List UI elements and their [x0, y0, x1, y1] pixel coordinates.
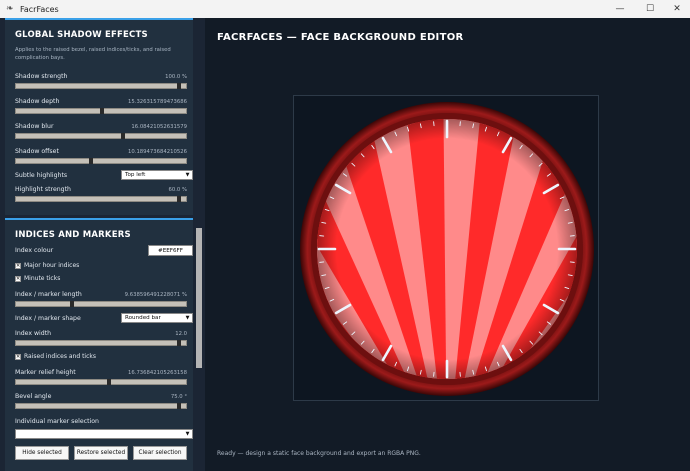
status-text: Ready — design a static face background … [217, 450, 421, 457]
face-preview[interactable] [293, 95, 599, 401]
minimize-button[interactable]: — [606, 0, 634, 18]
sunburst-ray [294, 397, 447, 402]
index-colour-label: Index colour [15, 247, 54, 254]
raised-indices-label: Raised indices and ticks [24, 353, 96, 360]
shadow-panel: GLOBAL SHADOW EFFECTS Applies to the rai… [5, 18, 193, 215]
slider-handle[interactable] [89, 158, 93, 164]
shadow-depth-value: 15.326315789473686 [128, 99, 187, 105]
subtle-highlights-select[interactable]: Top left ▼ [121, 170, 193, 180]
marker-length-label: Index / marker length [15, 291, 82, 298]
shadow-strength-label: Shadow strength [15, 73, 68, 80]
slider-handle[interactable] [177, 83, 181, 89]
marker-shape-value: Rounded bar [125, 315, 161, 321]
clear-selection-button[interactable]: Clear selection [133, 446, 187, 460]
marker-shape-select[interactable]: Rounded bar ▼ [121, 313, 193, 323]
bevel-angle-label: Bevel angle [15, 393, 52, 400]
checkbox-checked-icon: ✕ [15, 275, 21, 282]
subtle-highlights-label: Subtle highlights [15, 172, 68, 179]
editor-area: FACRFACES — FACE BACKGROUND EDITOR Ready… [205, 18, 690, 471]
slider-handle[interactable] [106, 379, 111, 385]
major-hour-indices-checkbox[interactable]: ✕ Major hour indices [15, 262, 79, 269]
minute-ticks-checkbox[interactable]: ✕ Minute ticks [15, 275, 60, 282]
slider-handle[interactable] [100, 108, 105, 114]
slider-handle[interactable] [121, 133, 125, 139]
marker-selection-label: Individual marker selection [15, 418, 99, 425]
shadow-strength-value: 100.0 % [165, 74, 187, 80]
title-bar: ❧ FacrFaces [0, 0, 690, 18]
marker-selection-select[interactable]: ▼ [15, 429, 193, 439]
checkbox-checked-icon: ✕ [15, 353, 21, 360]
highlight-strength-slider[interactable] [15, 196, 187, 202]
subtle-highlights-value: Top left [125, 172, 146, 178]
marker-relief-slider[interactable] [15, 379, 187, 385]
slider-handle[interactable] [177, 196, 181, 202]
window-title: FacrFaces [20, 4, 59, 14]
shadow-description: Applies to the raised bezel, raised indi… [15, 47, 171, 61]
hide-selected-button[interactable]: Hide selected [15, 446, 69, 460]
page-title: FACRFACES — FACE BACKGROUND EDITOR [217, 32, 464, 43]
dial-vignette [317, 119, 577, 379]
restore-selected-button[interactable]: Restore selected [74, 446, 128, 460]
marker-length-slider[interactable] [15, 301, 187, 307]
index-width-label: Index width [15, 330, 52, 337]
bevel-angle-value: 75.0 ° [170, 394, 187, 400]
sunburst-ray [447, 397, 600, 402]
shadow-depth-slider[interactable] [15, 108, 187, 114]
bevel-angle-slider[interactable] [15, 403, 187, 409]
sidebar-scrollbar[interactable] [195, 18, 203, 471]
marker-length-value: 9.638596491228071 % [124, 292, 187, 298]
slider-handle[interactable] [69, 301, 74, 307]
chevron-down-icon: ▼ [185, 431, 190, 437]
shadow-blur-slider[interactable] [15, 133, 187, 139]
watch-face-canvas[interactable] [294, 96, 600, 402]
shadow-blur-label: Shadow blur [15, 123, 54, 130]
minute-ticks-label: Minute ticks [24, 275, 61, 282]
shadow-offset-slider[interactable] [15, 158, 187, 164]
indices-header: INDICES AND MARKERS [15, 230, 131, 240]
checkbox-checked-icon: ✕ [15, 262, 21, 269]
indices-panel: INDICES AND MARKERS Index colour #EEF6FF… [5, 218, 193, 471]
major-hour-indices-label: Major hour indices [24, 262, 80, 269]
maximize-button[interactable]: ☐ [636, 0, 664, 18]
feather-icon: ❧ [6, 4, 14, 14]
chevron-down-icon: ▼ [185, 172, 190, 178]
index-colour-swatch[interactable]: #EEF6FF [148, 245, 193, 256]
raised-indices-checkbox[interactable]: ✕ Raised indices and ticks [15, 353, 96, 360]
marker-relief-value: 16.736842105263158 [128, 370, 187, 376]
shadow-blur-value: 16.08421052631579 [131, 124, 187, 130]
index-width-value: 12.0 [175, 331, 187, 337]
marker-shape-label: Index / marker shape [15, 315, 81, 322]
shadow-header: GLOBAL SHADOW EFFECTS [15, 30, 148, 40]
chevron-down-icon: ▼ [185, 315, 190, 321]
slider-handle[interactable] [177, 403, 181, 409]
shadow-strength-slider[interactable] [15, 83, 187, 89]
marker-relief-label: Marker relief height [15, 369, 76, 376]
settings-sidebar: GLOBAL SHADOW EFFECTS Applies to the rai… [0, 18, 205, 471]
shadow-offset-value: 10.189473684210526 [128, 149, 187, 155]
highlight-strength-label: Highlight strength [15, 186, 71, 193]
index-width-slider[interactable] [15, 340, 187, 346]
scrollbar-thumb[interactable] [196, 228, 202, 368]
slider-handle[interactable] [177, 340, 181, 346]
shadow-offset-label: Shadow offset [15, 148, 59, 155]
highlight-strength-value: 60.0 % [168, 187, 187, 193]
shadow-depth-label: Shadow depth [15, 98, 60, 105]
close-button[interactable]: ✕ [663, 0, 690, 18]
